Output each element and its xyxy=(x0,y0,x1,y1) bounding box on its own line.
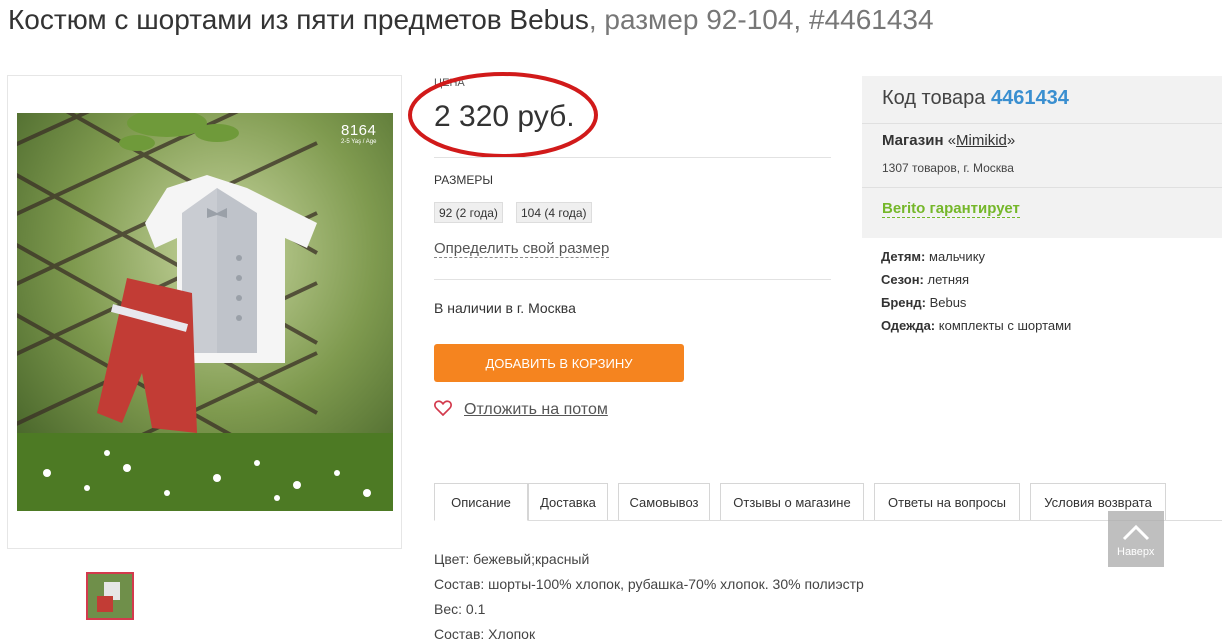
product-thumbnail[interactable] xyxy=(86,572,134,620)
prop-key: Сезон: xyxy=(881,272,924,287)
size-option-92[interactable]: 92 (2 года) xyxy=(434,202,503,223)
prop-kids: Детям: мальчику xyxy=(881,249,985,264)
prop-key: Детям: xyxy=(881,249,926,264)
shop-line: Магазин «Mimikid» xyxy=(882,132,1015,149)
chevron-up-icon xyxy=(1122,524,1150,541)
shop-label: Магазин xyxy=(882,132,944,149)
guarantee-link[interactable]: Berito гарантирует xyxy=(882,200,1020,218)
prop-value: мальчику xyxy=(925,249,986,264)
shop-quote-close: » xyxy=(1006,132,1016,149)
tab-shop-reviews[interactable]: Отзывы о магазине xyxy=(720,483,864,520)
page-title: Костюм с шортами из пяти предметов Bebus… xyxy=(8,4,934,36)
price-highlight-circle xyxy=(408,72,598,158)
prop-brand: Бренд: Bebus xyxy=(881,295,966,310)
tab-description[interactable]: Описание xyxy=(434,483,528,521)
add-to-cart-button[interactable]: Добавить в корзину xyxy=(434,344,684,382)
save-for-later-link[interactable]: Отложить на потом xyxy=(434,400,608,419)
description-material: Состав: Хлопок xyxy=(434,626,536,642)
title-sub: , размер 92-104, #4461434 xyxy=(588,4,934,35)
prop-value: летняя xyxy=(923,272,970,287)
description-color: Цвет: бежевый;красный xyxy=(434,551,590,567)
prop-key: Бренд: xyxy=(881,295,926,310)
tab-answers[interactable]: Ответы на вопросы xyxy=(874,483,1020,520)
shop-meta: 1307 товаров, г. Москва xyxy=(882,161,1014,175)
save-for-later-label: Отложить на потом xyxy=(464,401,608,418)
shop-quote-open: « xyxy=(943,132,957,149)
divider xyxy=(862,123,1222,124)
prop-key: Одежда: xyxy=(881,318,936,333)
title-main: Костюм с шортами из пяти предметов Bebus xyxy=(8,4,589,35)
stock-status: В наличии в г. Москва xyxy=(434,300,576,316)
divider xyxy=(434,157,831,158)
prop-value: Bebus xyxy=(925,295,967,310)
scroll-up-label: Наверх xyxy=(1117,546,1155,558)
scroll-up-button[interactable] xyxy=(1108,511,1164,567)
divider xyxy=(434,279,831,280)
heart-icon xyxy=(434,400,452,416)
photo-overlay-code: 8164 xyxy=(341,122,377,139)
prop-clothing: Одежда: комплекты с шортами xyxy=(881,318,1071,333)
product-photo[interactable] xyxy=(17,113,393,511)
description-weight: Вес: 0.1 xyxy=(434,601,486,617)
product-code-label: Код товара xyxy=(882,87,986,109)
prop-season: Сезон: летняя xyxy=(881,272,969,287)
product-code-value: 4461434 xyxy=(990,87,1069,109)
sizes-label: размеры xyxy=(434,173,493,187)
product-code: Код товара 4461434 xyxy=(882,87,1069,110)
divider xyxy=(862,187,1222,188)
determine-size-link[interactable]: Определить свой размер xyxy=(434,240,610,258)
tab-delivery[interactable]: Доставка xyxy=(528,483,608,520)
prop-value: комплекты с шортами xyxy=(935,318,1072,333)
tab-pickup[interactable]: Самовывоз xyxy=(618,483,710,520)
photo-overlay-age: 2-5 Yaş / Age xyxy=(341,139,377,145)
description-composition: Состав: шорты-100% хлопок, рубашка-70% х… xyxy=(434,576,864,592)
size-option-104[interactable]: 104 (4 года) xyxy=(516,202,592,223)
shop-name-link[interactable]: Mimikid xyxy=(956,132,1007,149)
